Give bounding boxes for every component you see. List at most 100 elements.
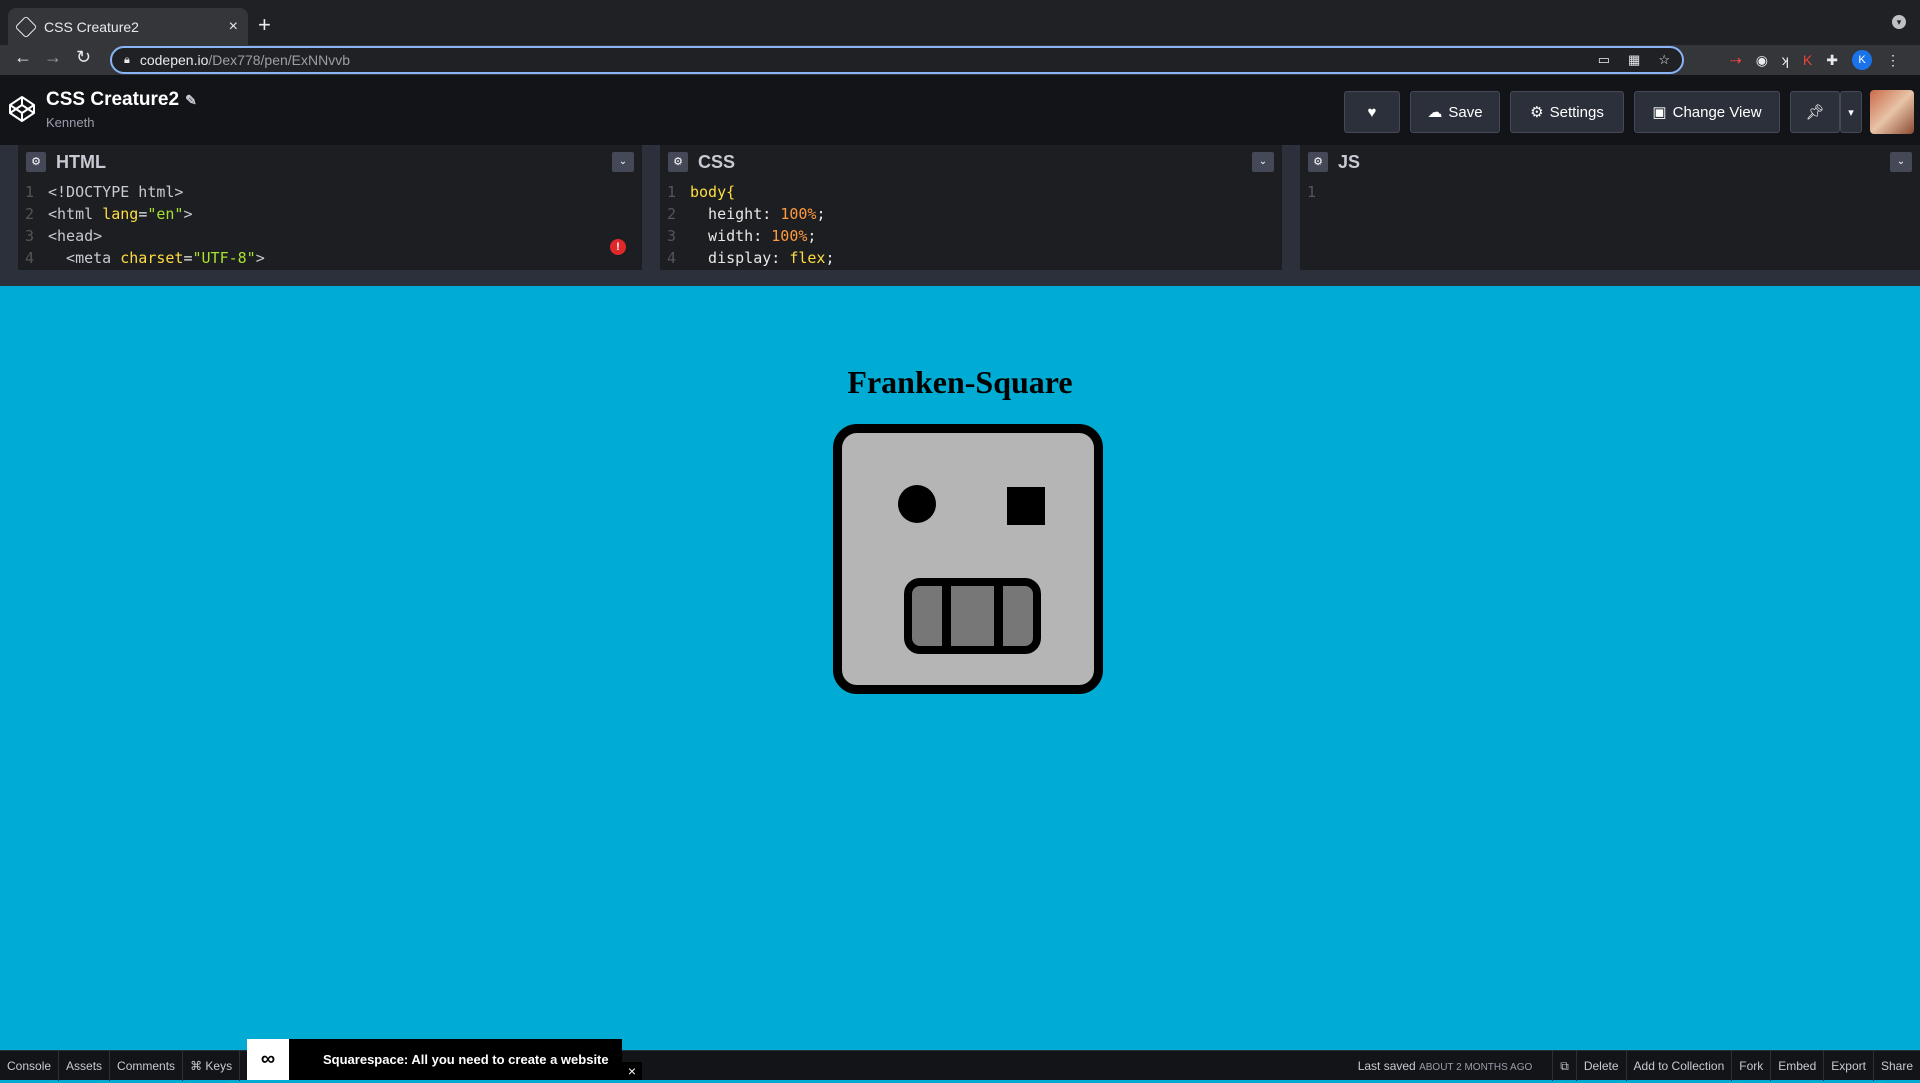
- html-code[interactable]: 1 <!DOCTYPE html> 2 <html lang = "en" > 3 <hea…: [18, 179, 642, 269]
- lock-icon: 🔒︎: [124, 53, 130, 66]
- css-editor-label: CSS: [698, 151, 736, 172]
- open-external-icon[interactable]: ⧉: [1552, 1051, 1576, 1081]
- forward-icon[interactable]: →: [44, 47, 62, 68]
- reload-icon[interactable]: ↻: [76, 47, 91, 68]
- code-line: 1 <!DOCTYPE html>: [24, 183, 184, 201]
- pen-title[interactable]: CSS Creature2 ✎: [46, 89, 197, 111]
- editor-panes: ⚙ HTML ⌄ 1 <!DOCTYPE html> 2 <html lang = "e…: [0, 145, 1920, 270]
- error-icon[interactable]: !: [610, 239, 626, 255]
- extension-circle-icon[interactable]: ◉: [1756, 52, 1768, 69]
- address-bar[interactable]: 🔒︎ codepen.io/Dex778/pen/ExNNvvb ▭ ▦ ☆: [110, 46, 1684, 74]
- js-code[interactable]: 1: [1300, 179, 1920, 203]
- code-line: 2 height: 100%;: [666, 205, 826, 223]
- console-button[interactable]: Console: [0, 1050, 60, 1081]
- squarespace-ad[interactable]: ∞ Squarespace: All you need to create a …: [247, 1039, 622, 1080]
- css-collapse-chevron-icon[interactable]: ⌄: [1252, 152, 1274, 172]
- creature-face: [833, 424, 1103, 694]
- extensions-icon[interactable]: ✚: [1826, 52, 1838, 69]
- css-editor-header: ⚙ CSS ⌄: [660, 145, 1282, 179]
- settings-button[interactable]: ⚙ Settings: [1510, 91, 1624, 133]
- code-line: 2 <html lang = "en" >: [24, 205, 193, 223]
- html-collapse-chevron-icon[interactable]: ⌄: [612, 152, 634, 172]
- browser-tab-strip: CSS Creature2 × + ▾: [0, 0, 1920, 45]
- browser-menu-icon[interactable]: ⋮: [1886, 52, 1900, 69]
- export-button[interactable]: Export: [1823, 1051, 1873, 1081]
- url-path: /Dex778/pen/ExNNvvb: [208, 52, 351, 68]
- delete-button[interactable]: Delete: [1575, 1051, 1626, 1081]
- user-avatar[interactable]: [1870, 90, 1914, 134]
- url-host: codepen.io: [139, 52, 209, 68]
- editor-resize-handle[interactable]: [0, 270, 1920, 286]
- preview-heading: Franken-Square: [847, 364, 1073, 400]
- css-code[interactable]: 1 body{ 2 height: 100%; 3 width: 100%; 4 …: [660, 179, 1282, 269]
- share-button[interactable]: Share: [1872, 1051, 1920, 1081]
- new-tab-button[interactable]: +: [258, 12, 271, 38]
- js-settings-gear-icon[interactable]: ⚙: [1308, 152, 1328, 172]
- html-editor-header: ⚙ HTML ⌄: [18, 145, 642, 179]
- tab-title: CSS Creature2: [44, 18, 139, 35]
- assets-button[interactable]: Assets: [59, 1050, 111, 1081]
- pen-author[interactable]: Kenneth: [46, 115, 94, 130]
- code-line: 3 <head>: [24, 227, 103, 245]
- comments-button[interactable]: Comments: [110, 1050, 184, 1081]
- change-view-button[interactable]: ▣ Change View: [1634, 91, 1780, 133]
- pin-icon: 📌︎: [1805, 104, 1825, 121]
- save-button[interactable]: ☁ Save: [1410, 91, 1500, 133]
- css-settings-gear-icon[interactable]: ⚙: [668, 152, 688, 172]
- settings-label: Settings: [1549, 103, 1604, 121]
- code-line: 1: [1306, 183, 1316, 201]
- squarespace-logo-icon: ∞: [247, 1039, 289, 1080]
- creature-left-eye: [898, 485, 936, 523]
- cast-icon[interactable]: ▭: [1598, 52, 1610, 68]
- tab-search-icon[interactable]: ▾: [1892, 15, 1906, 29]
- edit-pencil-icon[interactable]: ✎: [185, 92, 197, 108]
- status-bar-actions: Last saved ABOUT 2 MONTHS AGO ⧉ Delete A…: [1351, 1051, 1920, 1081]
- profile-avatar[interactable]: K: [1852, 50, 1872, 70]
- heart-icon: ♥: [1367, 103, 1377, 121]
- code-line: 4 display: flex;: [666, 249, 835, 267]
- tooth-gap: [942, 586, 951, 646]
- html-settings-gear-icon[interactable]: ⚙: [26, 152, 46, 172]
- keys-button[interactable]: ⌘ Keys: [183, 1050, 241, 1081]
- pen-title-text: CSS Creature2: [46, 89, 180, 110]
- codepen-logo-icon[interactable]: [8, 95, 36, 123]
- tab-close-icon[interactable]: ×: [229, 18, 238, 36]
- add-to-collection-button[interactable]: Add to Collection: [1625, 1051, 1732, 1081]
- extension-k-icon[interactable]: ʞ: [1782, 52, 1789, 68]
- heart-button[interactable]: ♥: [1344, 91, 1400, 133]
- extension-red-k-icon[interactable]: K: [1803, 52, 1812, 68]
- code-line: 1 body{: [666, 183, 736, 201]
- save-label: Save: [1448, 103, 1483, 121]
- css-editor[interactable]: ⚙ CSS ⌄ 1 body{ 2 height: 100%; 3 width: …: [660, 145, 1300, 270]
- layout-icon: ▣: [1652, 104, 1667, 121]
- codepen-favicon-icon: [14, 15, 38, 38]
- fork-button[interactable]: Fork: [1731, 1051, 1770, 1081]
- gear-icon: ⚙: [1530, 104, 1544, 121]
- ad-text: Squarespace: All you need to create a we…: [323, 1052, 609, 1067]
- back-icon[interactable]: ←: [14, 47, 32, 68]
- more-dropdown-button[interactable]: ▾: [1840, 91, 1862, 133]
- extensions-bar: ⇢ ◉ ʞ K ✚ K ⋮: [1730, 50, 1900, 70]
- code-line: 4 <meta charset = "UTF-8" >: [24, 249, 265, 267]
- preview-pane: Franken-Square: [0, 286, 1920, 1050]
- cloud-icon: ☁: [1427, 104, 1443, 121]
- extension-arrow-icon[interactable]: ⇢: [1730, 52, 1742, 69]
- html-editor[interactable]: ⚙ HTML ⌄ 1 <!DOCTYPE html> 2 <html lang = "e…: [0, 145, 660, 270]
- codepen-header: CSS Creature2 ✎ Kenneth ♥ ☁ Save ⚙ Settin…: [0, 75, 1920, 145]
- pin-button[interactable]: 📌︎: [1790, 91, 1840, 133]
- browser-tab[interactable]: CSS Creature2 ×: [8, 8, 248, 45]
- close-icon[interactable]: ×: [622, 1062, 642, 1080]
- js-editor[interactable]: ⚙ JS ⌄ 1: [1300, 145, 1920, 270]
- creature-right-eye: [1007, 487, 1045, 525]
- change-view-label: Change View: [1672, 103, 1762, 121]
- embed-button[interactable]: Embed: [1770, 1051, 1823, 1081]
- browser-toolbar: ← → ↻ 🔒︎ codepen.io/Dex778/pen/ExNNvvb ▭…: [0, 45, 1920, 75]
- html-editor-label: HTML: [56, 151, 106, 172]
- creature-mouth: [904, 578, 1041, 654]
- star-icon[interactable]: ☆: [1658, 52, 1670, 68]
- js-collapse-chevron-icon[interactable]: ⌄: [1890, 152, 1912, 172]
- qr-code-icon[interactable]: ▦: [1628, 52, 1640, 68]
- js-editor-label: JS: [1338, 151, 1361, 172]
- js-editor-header: ⚙ JS ⌄: [1300, 145, 1920, 179]
- chevron-down-icon: ▾: [1848, 106, 1854, 119]
